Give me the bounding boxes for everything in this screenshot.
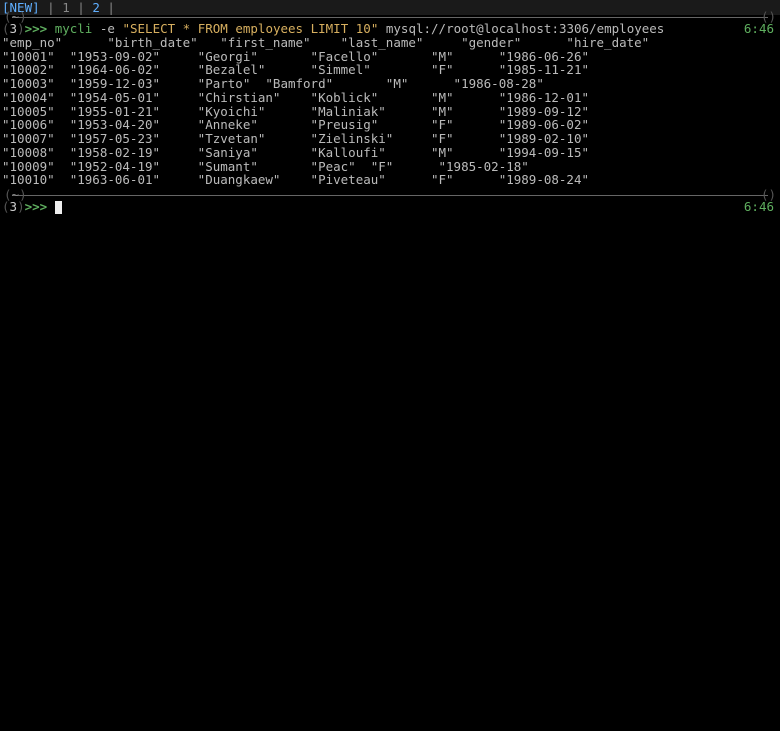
table-row: "10004" "1954-05-01" "Chirstian" "Koblic… [0, 91, 780, 105]
prompt-arrows: >>> [25, 21, 48, 36]
table-row: "10008" "1958-02-19" "Saniya" "Kalloufi"… [0, 146, 780, 160]
paren-icon: ) [768, 187, 776, 202]
prompt-line[interactable]: (3)>>> mycli -e "SELECT * FROM employees… [0, 22, 780, 36]
table-row: "10002" "1964-06-02" "Bezalel" "Simmel" … [0, 63, 780, 77]
cmd-flag: -e [100, 21, 115, 36]
paren-icon: ) [17, 21, 25, 36]
paren-icon: ) [768, 9, 776, 24]
prompt-meta: (~) () [0, 190, 780, 200]
cmd-query: "SELECT * FROM employees LIMIT 10" [122, 21, 378, 36]
table-row: "10010" "1963-06-01" "Duangkaew" "Pivete… [0, 173, 780, 187]
paren-icon: ( [2, 199, 10, 214]
paren-icon: ( [2, 21, 10, 36]
table-row: "10007" "1957-05-23" "Tzvetan" "Zielinsk… [0, 132, 780, 146]
prompt-arrows: >>> [25, 199, 48, 214]
cursor-icon [55, 201, 62, 214]
prompt-count: 3 [10, 21, 18, 36]
table-row: "10009" "1952-04-19" "Sumant" "Peac" "F"… [0, 160, 780, 174]
paren-icon: ) [17, 199, 25, 214]
table-row: "10003" "1959-12-03" "Parto" "Bamford" "… [0, 77, 780, 91]
table-row: "10006" "1953-04-20" "Anneke" "Preusig" … [0, 118, 780, 132]
terminal-pane-1: (~) () (3)>>> mycli -e "SELECT * FROM em… [0, 17, 780, 187]
cmd-binary: mycli [55, 21, 93, 36]
terminal-pane-2: (~) () (3)>>> 6:46 [0, 195, 780, 214]
table-row: "10001" "1953-09-02" "Georgi" "Facello" … [0, 50, 780, 64]
prompt-count: 3 [10, 199, 18, 214]
table-row: "10005" "1955-01-21" "Kyoichi" "Maliniak… [0, 105, 780, 119]
prompt-line[interactable]: (3)>>> 6:46 [0, 200, 780, 214]
cmd-connection: mysql://root@localhost:3306/employees [386, 21, 664, 36]
output-header: "emp_no" "birth_date" "first_name" "last… [0, 36, 780, 50]
